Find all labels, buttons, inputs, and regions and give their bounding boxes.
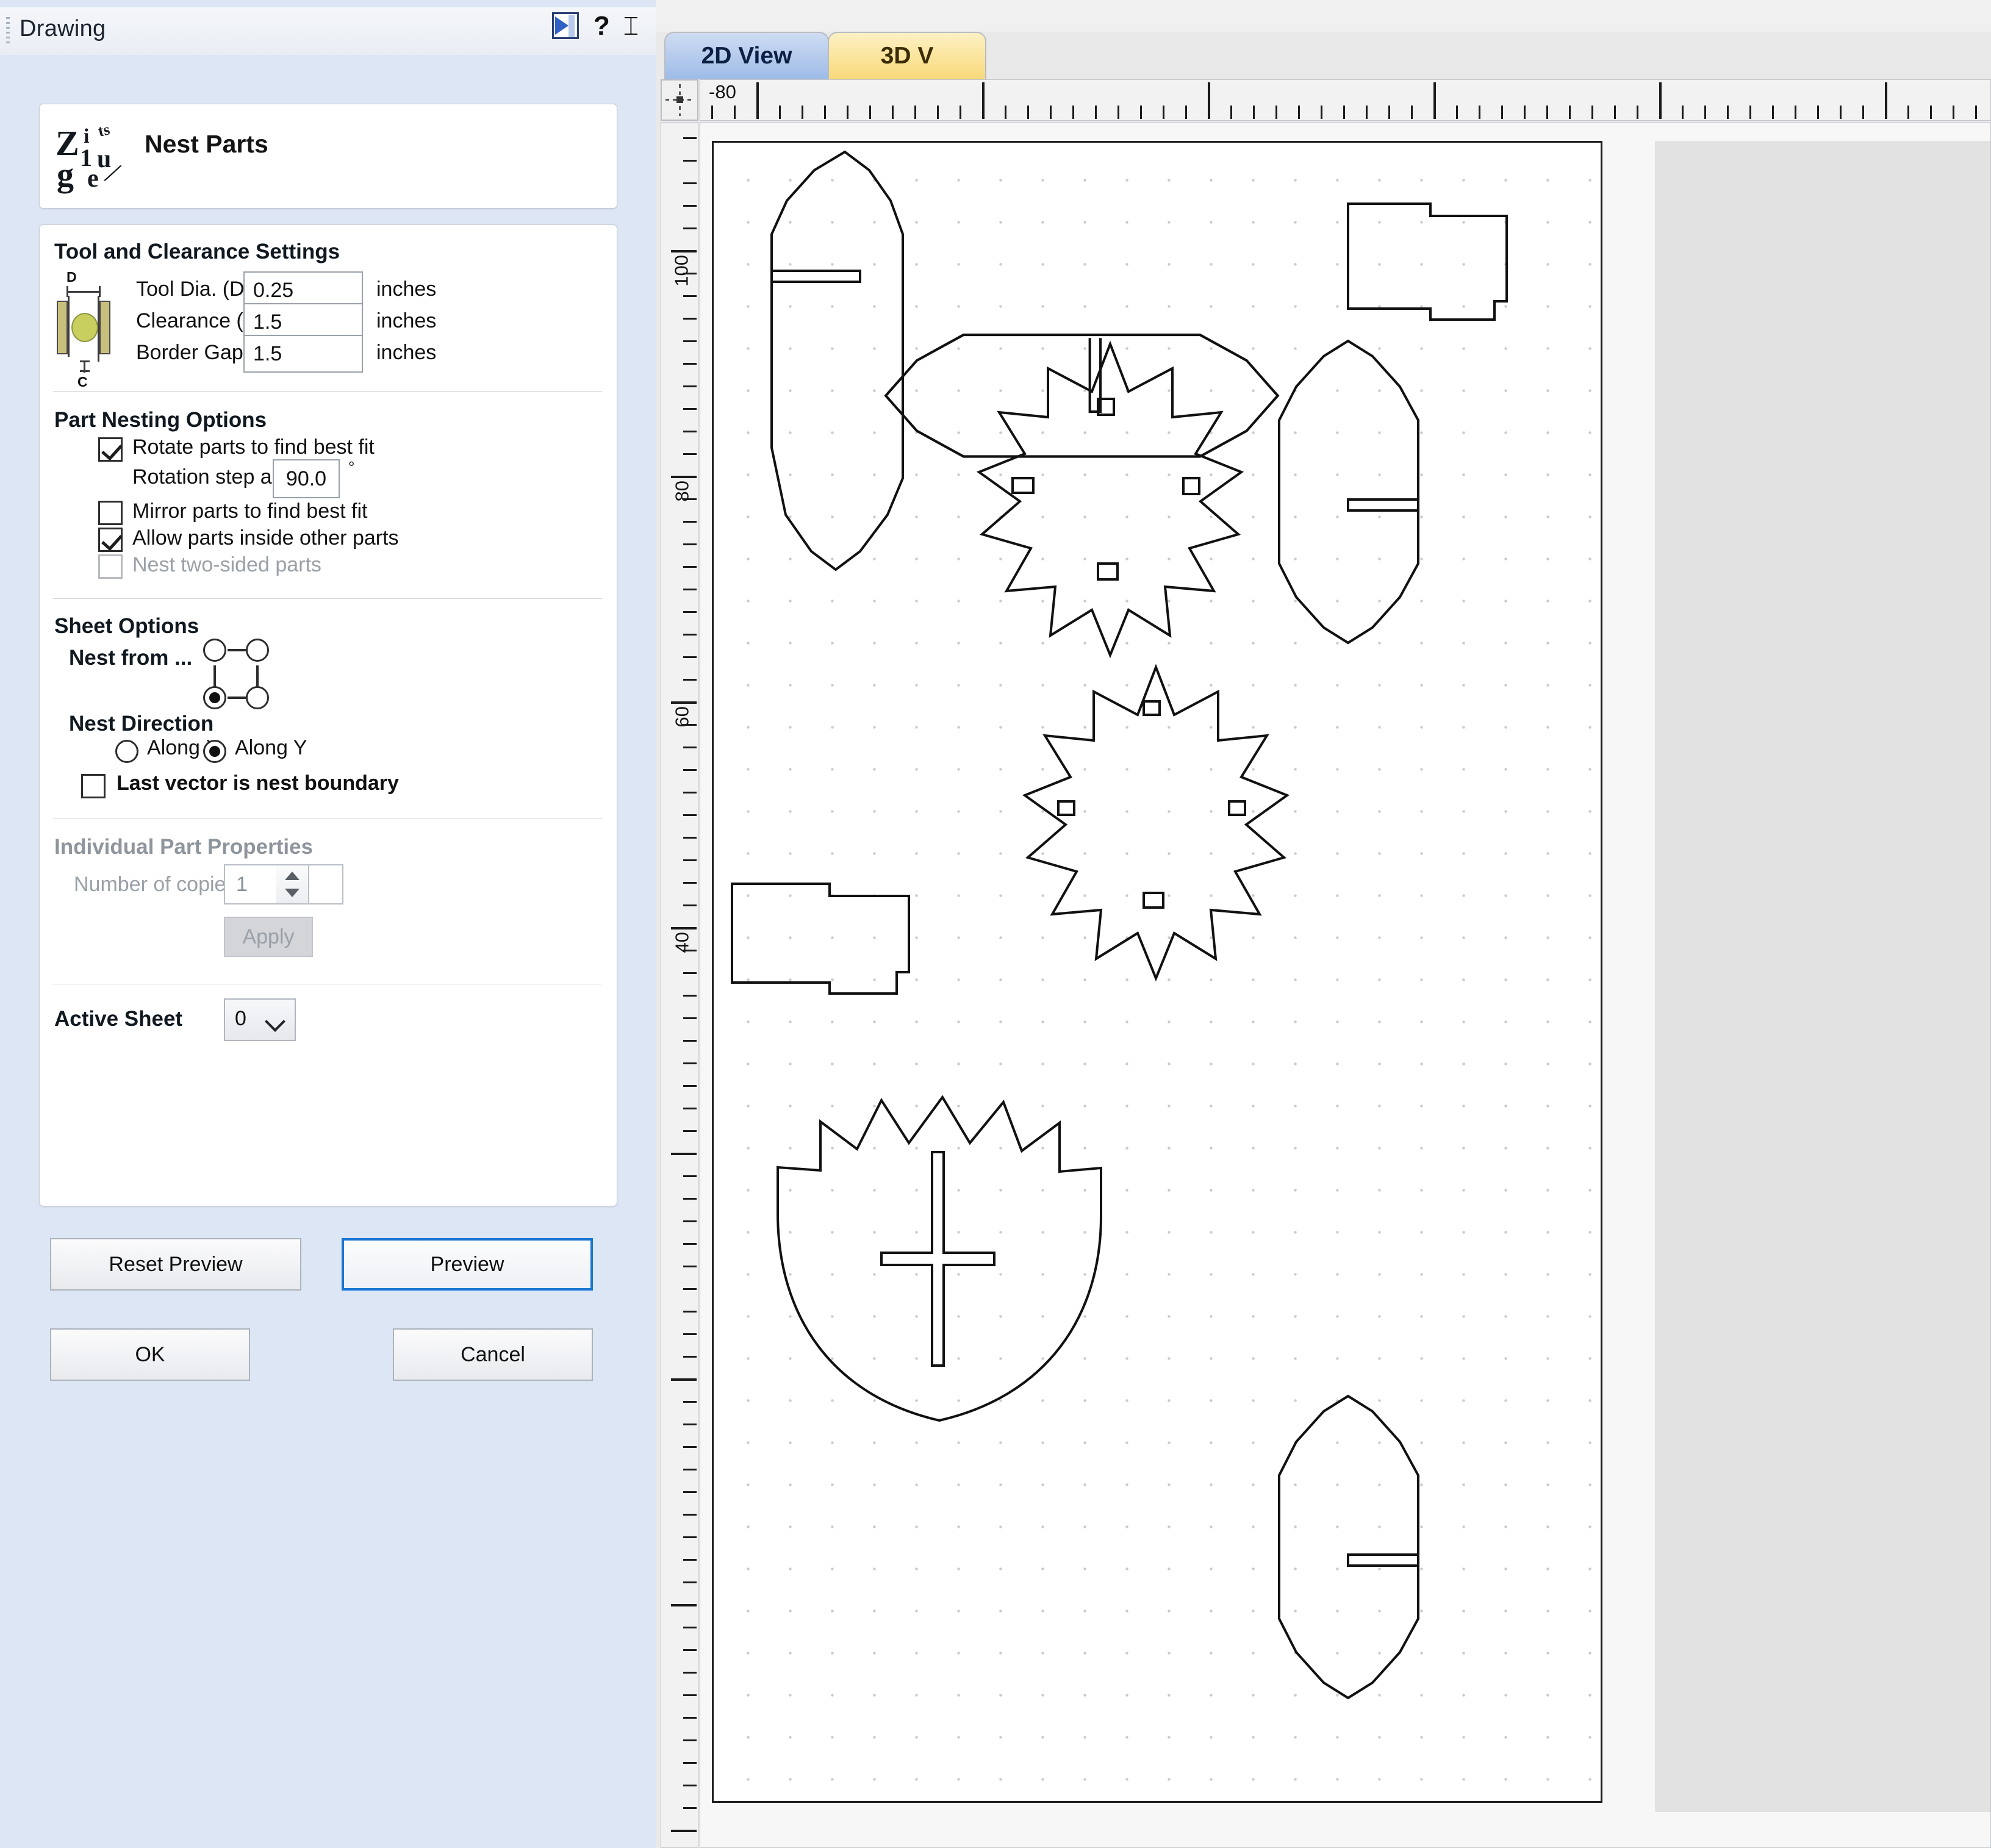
panel-drag-grip[interactable] bbox=[6, 17, 10, 46]
rotation-step-input[interactable]: 90.0 bbox=[273, 459, 340, 498]
border-gap-label: Border Gap bbox=[136, 341, 243, 364]
rotation-step-unit: ° bbox=[348, 458, 355, 476]
sheet-options-heading: Sheet Options bbox=[54, 614, 199, 638]
vertical-ruler[interactable]: 100 80 60 40 bbox=[661, 122, 698, 1848]
nest-parts-header: Zi ts 1u g e ⁄ Nest Parts bbox=[39, 104, 617, 209]
chevron-down-icon bbox=[265, 1011, 285, 1032]
tool-clearance-heading: Tool and Clearance Settings bbox=[54, 240, 340, 263]
reset-preview-button[interactable]: Reset Preview bbox=[50, 1238, 301, 1291]
page-title: Nest Parts bbox=[145, 130, 268, 158]
border-gap-input[interactable]: 1.5 bbox=[243, 335, 363, 373]
view-tabs: 2D View 3D V bbox=[656, 32, 997, 79]
nest-direction-along-x-radio[interactable] bbox=[115, 740, 138, 763]
clearance-unit: inches bbox=[376, 309, 437, 332]
nest-two-sided-label: Nest two-sided parts bbox=[132, 553, 321, 576]
tool-dia-label: Tool Dia. (D) bbox=[136, 278, 251, 301]
diagram-label-d: D bbox=[66, 269, 77, 285]
last-vector-boundary-label: Last vector is nest boundary bbox=[117, 772, 399, 795]
nest-direction-label: Nest Direction bbox=[69, 712, 214, 736]
ok-button[interactable]: OK bbox=[50, 1328, 250, 1381]
active-sheet-value: 0 bbox=[235, 1007, 246, 1030]
preview-button[interactable]: Preview bbox=[342, 1238, 593, 1291]
rotate-parts-label: Rotate parts to find best fit bbox=[132, 435, 375, 459]
nest-from-label: Nest from ... bbox=[69, 646, 193, 670]
vectric-logo-icon: Zi ts 1u g e ⁄ bbox=[56, 120, 118, 194]
mirror-parts-checkbox[interactable] bbox=[98, 501, 123, 525]
mirror-parts-label: Mirror parts to find best fit bbox=[132, 500, 368, 523]
apply-button: Apply bbox=[224, 917, 313, 957]
nested-parts-drawing bbox=[731, 150, 1508, 1700]
nest-two-sided-checkbox bbox=[98, 554, 123, 579]
drawing-dock-panel: Drawing ? ⌶ Zi ts 1u g e ⁄ Nest Parts Tool … bbox=[0, 0, 656, 1848]
auto-hide-icon[interactable] bbox=[551, 12, 580, 40]
nest-direction-along-y-radio[interactable] bbox=[203, 740, 226, 763]
tool-dia-unit: inches bbox=[376, 278, 437, 301]
panel-body: Zi ts 1u g e ⁄ Nest Parts Tool and Clearanc… bbox=[0, 55, 656, 1848]
nest-sheet[interactable] bbox=[712, 141, 1602, 1803]
tab-2d-view[interactable]: 2D View bbox=[664, 32, 829, 79]
2d-canvas[interactable] bbox=[700, 122, 1991, 1848]
tool-diagram-icon: D C bbox=[53, 269, 130, 390]
number-of-copies-stepper[interactable] bbox=[276, 864, 309, 904]
cancel-button[interactable]: Cancel bbox=[393, 1328, 593, 1381]
nest-settings-card: Tool and Clearance Settings D C Tool Dia… bbox=[39, 224, 617, 1206]
view-area: 2D View 3D V -80 100 80 60 40 bbox=[656, 0, 1991, 1848]
active-sheet-label: Active Sheet bbox=[54, 1007, 183, 1031]
allow-inside-checkbox[interactable] bbox=[98, 528, 123, 552]
nest-from-top-left-radio[interactable] bbox=[203, 639, 226, 662]
toolbar-strip bbox=[656, 0, 1991, 32]
allow-inside-label: Allow parts inside other parts bbox=[132, 526, 399, 550]
rotate-parts-checkbox[interactable] bbox=[98, 437, 123, 462]
border-gap-unit: inches bbox=[376, 341, 437, 364]
ruler-origin-icon[interactable] bbox=[661, 79, 698, 121]
panel-titlebar: Drawing ? ⌶ bbox=[0, 7, 656, 55]
nest-from-bottom-left-radio[interactable] bbox=[203, 686, 226, 709]
last-vector-boundary-checkbox[interactable] bbox=[81, 774, 106, 798]
tab-3d-view[interactable]: 3D V bbox=[828, 32, 986, 79]
active-sheet-select[interactable]: 0 bbox=[224, 998, 296, 1041]
part-nesting-heading: Part Nesting Options bbox=[54, 408, 267, 432]
h-ruler-label: -80 bbox=[709, 81, 736, 102]
nest-from-top-right-radio[interactable] bbox=[246, 639, 269, 662]
pin-icon[interactable]: ⌶ bbox=[623, 13, 639, 40]
horizontal-ruler[interactable]: -80 bbox=[700, 79, 1991, 121]
stepper-down-icon[interactable] bbox=[285, 889, 300, 897]
help-icon[interactable]: ? bbox=[594, 13, 610, 40]
nest-from-bottom-right-radio[interactable] bbox=[246, 686, 269, 709]
individual-part-heading: Individual Part Properties bbox=[54, 835, 313, 859]
nest-direction-along-y-label: Along Y bbox=[235, 736, 307, 759]
number-of-copies-label: Number of copies bbox=[74, 873, 237, 896]
canvas-gutter bbox=[1655, 141, 1990, 1812]
stepper-up-icon[interactable] bbox=[285, 872, 300, 880]
diagram-label-c: C bbox=[77, 374, 88, 390]
panel-title: Drawing bbox=[20, 16, 106, 41]
